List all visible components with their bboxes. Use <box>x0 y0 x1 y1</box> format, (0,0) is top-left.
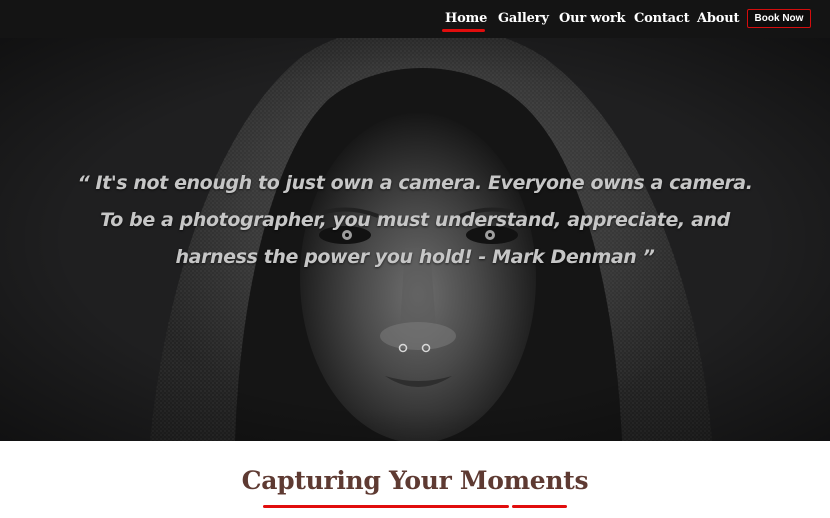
hero-banner: “ It's not enough to just own a camera. … <box>0 38 830 441</box>
nav-about-link[interactable]: About <box>697 11 740 26</box>
section-title: Capturing Your Moments <box>241 466 589 495</box>
section-title-underline-accent <box>512 505 567 508</box>
hero-quote: “ It's not enough to just own a camera. … <box>77 172 753 268</box>
nav-active-indicator <box>442 29 485 32</box>
nav-home-link[interactable]: Home <box>445 11 487 26</box>
nav-gallery-link[interactable]: Gallery <box>498 11 549 26</box>
nav-our-work-link[interactable]: Our work <box>559 11 625 26</box>
top-navbar: Home Gallery Our work Contact About Book… <box>0 0 830 38</box>
section-title-underline <box>263 505 509 508</box>
book-now-button[interactable]: Book Now <box>747 9 811 28</box>
nav-contact-link[interactable]: Contact <box>634 11 690 26</box>
